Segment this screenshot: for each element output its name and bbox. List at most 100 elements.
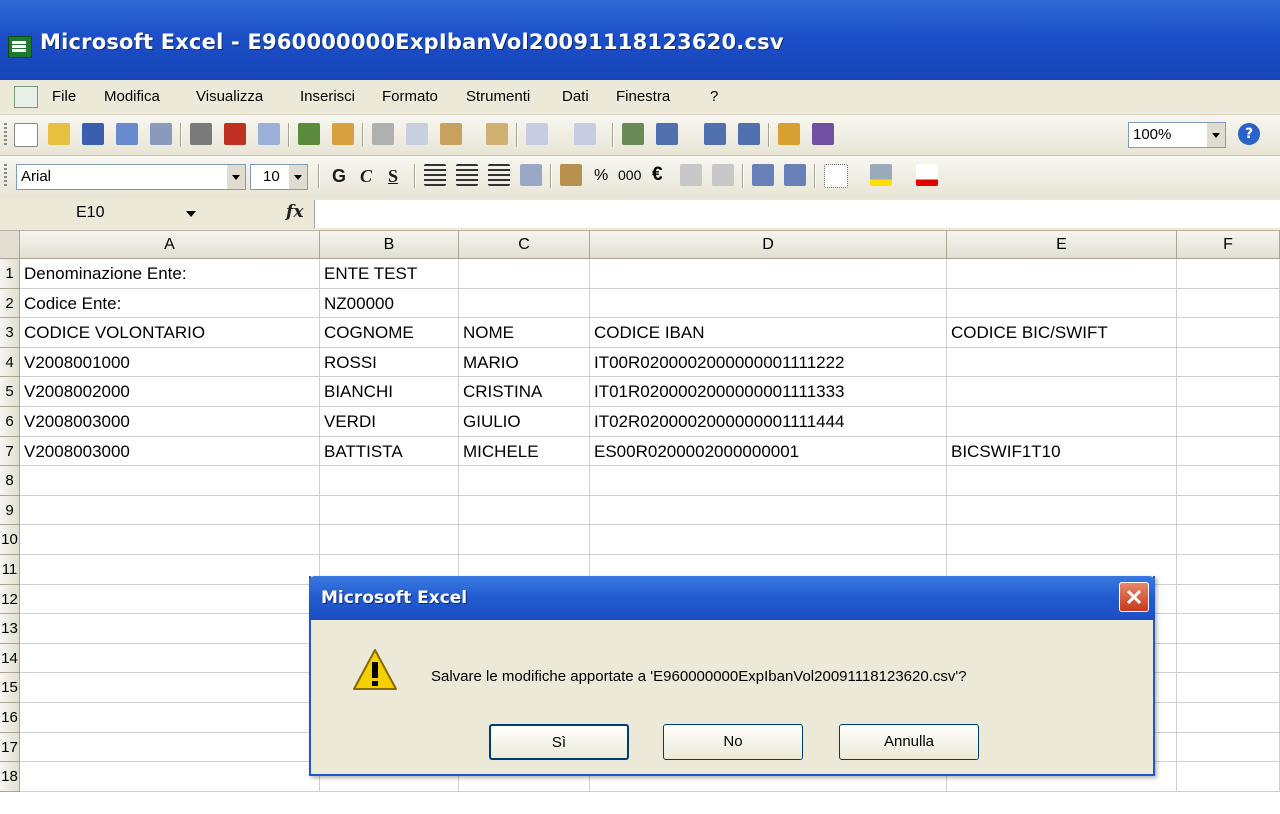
row-header[interactable]: 17 (0, 732, 20, 763)
cell-a12[interactable] (20, 584, 320, 615)
row-header[interactable]: 8 (0, 466, 20, 496)
cell-d10[interactable] (590, 525, 947, 555)
currency-icon[interactable] (560, 164, 582, 186)
print-icon[interactable] (190, 123, 212, 145)
cell-a11[interactable] (20, 555, 320, 585)
chevron-down-icon[interactable] (227, 165, 245, 189)
cell-d8[interactable] (590, 466, 947, 496)
cell-e5[interactable] (947, 377, 1177, 407)
menu-modifica[interactable]: Modifica (104, 88, 160, 105)
zoom-select[interactable]: 100% (1128, 122, 1226, 148)
cell-a14[interactable] (20, 643, 320, 674)
cell-f4[interactable] (1177, 347, 1280, 378)
cell-c2[interactable] (459, 288, 590, 319)
row-header[interactable]: 5 (0, 377, 20, 407)
align-left-icon[interactable] (424, 164, 446, 186)
sort-ascending-icon[interactable] (704, 123, 726, 145)
cell-b3[interactable]: COGNOME (320, 318, 459, 348)
cell-f8[interactable] (1177, 466, 1280, 496)
column-header-d[interactable]: D (590, 231, 947, 259)
cell-b8[interactable] (320, 466, 459, 496)
menu-strumenti[interactable]: Strumenti (466, 88, 530, 105)
cell-f17[interactable] (1177, 732, 1280, 763)
cell-f15[interactable] (1177, 673, 1280, 703)
permission-icon[interactable] (116, 123, 138, 145)
increase-indent-icon[interactable] (784, 164, 806, 186)
cell-b1[interactable]: ENTE TEST (320, 259, 459, 289)
decrease-decimal-icon[interactable] (712, 164, 734, 186)
save-icon[interactable] (82, 123, 104, 145)
undo-icon[interactable] (526, 123, 548, 145)
column-header-f[interactable]: F (1177, 231, 1280, 259)
cell-b9[interactable] (320, 495, 459, 526)
cell-b5[interactable]: BIANCHI (320, 377, 459, 407)
row-header[interactable]: 12 (0, 584, 20, 615)
cell-a18[interactable] (20, 762, 320, 792)
cell-f14[interactable] (1177, 643, 1280, 674)
cell-a5[interactable]: V2008002000 (20, 377, 320, 407)
cell-d4[interactable]: IT00R0200002000000001111222 (590, 347, 947, 378)
row-header[interactable]: 9 (0, 495, 20, 526)
email-icon[interactable] (150, 123, 172, 145)
cell-c6[interactable]: GIULIO (459, 407, 590, 437)
cell-a15[interactable] (20, 673, 320, 703)
cell-f3[interactable] (1177, 318, 1280, 348)
print-preview-icon[interactable] (258, 123, 280, 145)
cell-b2[interactable]: NZ00000 (320, 288, 459, 319)
font-size-select[interactable]: 10 (250, 164, 308, 190)
row-header[interactable]: 16 (0, 703, 20, 733)
cell-d5[interactable]: IT01R0200002000000001111333 (590, 377, 947, 407)
cell-f12[interactable] (1177, 584, 1280, 615)
cell-d6[interactable]: IT02R0200002000000001111444 (590, 407, 947, 437)
cell-a1[interactable]: Denominazione Ente: (20, 259, 320, 289)
select-all-corner[interactable] (0, 231, 20, 259)
insert-function-icon[interactable]: fx (286, 202, 303, 222)
cell-d3[interactable]: CODICE IBAN (590, 318, 947, 348)
borders-icon[interactable] (824, 164, 848, 188)
cell-a13[interactable] (20, 614, 320, 644)
copy-icon[interactable] (406, 123, 428, 145)
new-icon[interactable] (14, 123, 38, 147)
cell-c4[interactable]: MARIO (459, 347, 590, 378)
toolbar-grip[interactable] (4, 123, 7, 147)
row-header[interactable]: 18 (0, 762, 20, 792)
align-center-icon[interactable] (456, 164, 478, 186)
cell-f9[interactable] (1177, 495, 1280, 526)
merge-center-icon[interactable] (520, 164, 542, 186)
column-header-c[interactable]: C (459, 231, 590, 259)
cell-f1[interactable] (1177, 259, 1280, 289)
chevron-down-icon[interactable] (186, 211, 196, 217)
cell-e7[interactable]: BICSWIF1T10 (947, 436, 1177, 467)
menu-visualizza[interactable]: Visualizza (196, 88, 263, 105)
autosum-icon[interactable] (656, 123, 678, 145)
decrease-indent-icon[interactable] (752, 164, 774, 186)
row-header[interactable]: 6 (0, 407, 20, 437)
cell-f2[interactable] (1177, 288, 1280, 319)
row-header[interactable]: 2 (0, 288, 20, 319)
row-header[interactable]: 15 (0, 673, 20, 703)
cell-f13[interactable] (1177, 614, 1280, 644)
cell-e9[interactable] (947, 495, 1177, 526)
yes-button[interactable]: Sì (489, 724, 629, 760)
row-header[interactable]: 14 (0, 643, 20, 674)
cell-d1[interactable] (590, 259, 947, 289)
cancel-button[interactable]: Annulla (839, 724, 979, 760)
close-button[interactable] (1119, 582, 1149, 612)
increase-decimal-icon[interactable] (680, 164, 702, 186)
cell-e4[interactable] (947, 347, 1177, 378)
font-color-icon[interactable] (916, 164, 938, 186)
cell-a9[interactable] (20, 495, 320, 526)
chevron-down-icon[interactable] (289, 165, 307, 189)
cell-c5[interactable]: CRISTINA (459, 377, 590, 407)
cell-a17[interactable] (20, 732, 320, 763)
cell-b4[interactable]: ROSSI (320, 347, 459, 378)
cell-f16[interactable] (1177, 703, 1280, 733)
cell-f7[interactable] (1177, 436, 1280, 467)
menu-inserisci[interactable]: Inserisci (300, 88, 355, 105)
cell-f18[interactable] (1177, 762, 1280, 792)
chart-wizard-icon[interactable] (778, 123, 800, 145)
align-right-icon[interactable] (488, 164, 510, 186)
row-header[interactable]: 11 (0, 555, 20, 585)
font-select[interactable]: Arial (16, 164, 246, 190)
cell-c8[interactable] (459, 466, 590, 496)
